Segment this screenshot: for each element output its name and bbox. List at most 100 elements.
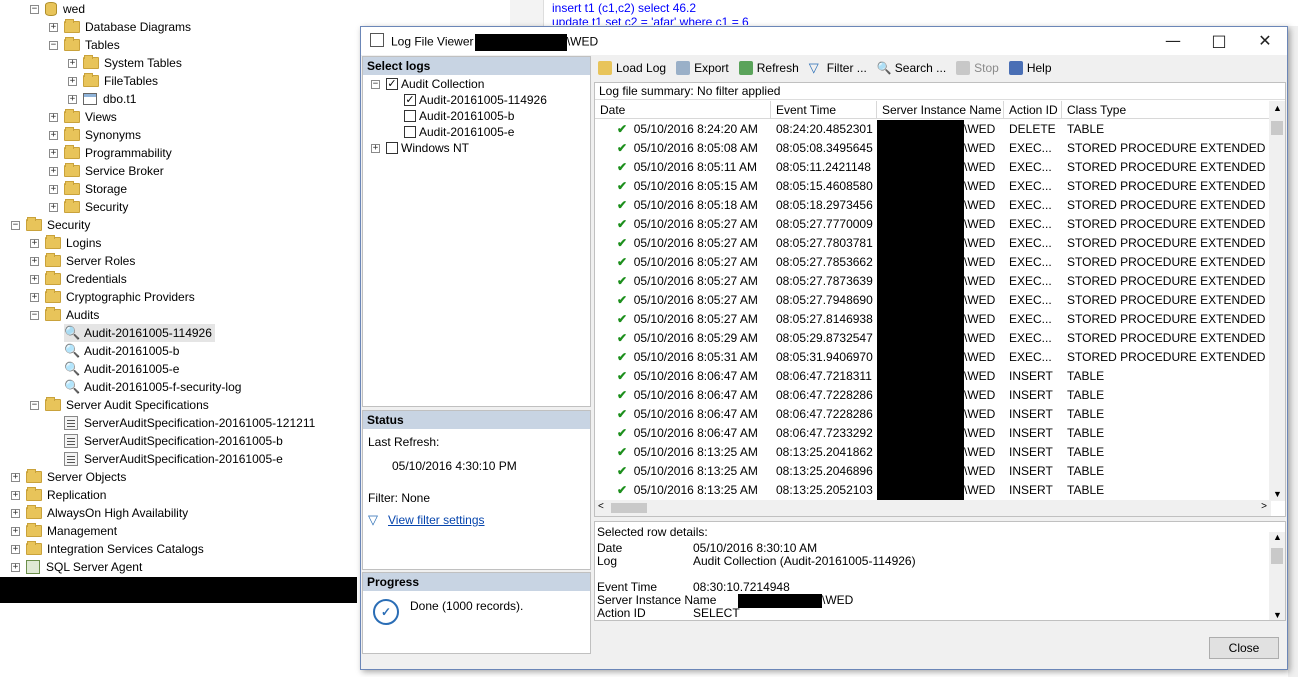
expand-icon[interactable]: + <box>49 22 58 32</box>
expand-icon[interactable]: + <box>11 508 20 518</box>
expand-icon[interactable]: + <box>30 238 39 248</box>
table-row[interactable]: ✔ 05/10/2016 8:05:27 AM 08:05:27.7873639 \… <box>595 272 1271 291</box>
column-header-class[interactable]: Class Type <box>1062 101 1271 118</box>
expand-icon[interactable]: + <box>49 148 58 158</box>
column-header-event-time[interactable]: Event Time <box>771 101 877 118</box>
collapse-icon[interactable]: − <box>49 40 58 50</box>
tree-node[interactable]: + dbo.t1 <box>68 90 136 108</box>
expand-icon[interactable]: + <box>11 472 20 482</box>
expand-icon[interactable]: + <box>49 130 58 140</box>
scroll-thumb[interactable] <box>1271 121 1283 135</box>
expand-icon[interactable]: + <box>30 274 39 284</box>
tree-node[interactable]: ServerAuditSpecification-20161005-121211 <box>64 414 315 432</box>
expand-icon[interactable]: + <box>49 166 58 176</box>
tree-node[interactable]: + System Tables <box>68 54 182 72</box>
expand-icon[interactable]: + <box>11 544 20 554</box>
table-row[interactable]: ✔ 05/10/2016 8:05:27 AM 08:05:27.7853662 \… <box>595 253 1271 272</box>
tree-node[interactable]: + Database Diagrams <box>49 18 191 36</box>
tree-node[interactable]: 🔍 Audit-20161005-f-security-log <box>64 378 241 396</box>
tree-node[interactable]: + SQL Server Agent <box>11 558 142 576</box>
expand-icon[interactable]: + <box>11 526 20 536</box>
table-row[interactable]: ✔ 05/10/2016 8:06:47 AM 08:06:47.7233292 \… <box>595 424 1271 443</box>
table-row[interactable]: ✔ 05/10/2016 8:05:11 AM 08:05:11.2421148 \… <box>595 158 1271 177</box>
expand-icon[interactable]: + <box>49 202 58 212</box>
table-row[interactable]: ✔ 05/10/2016 8:05:27 AM 08:05:27.8146938 \… <box>595 310 1271 329</box>
column-header-date[interactable]: Date <box>595 101 771 118</box>
scroll-right-icon[interactable]: > <box>1261 501 1267 512</box>
column-header-server[interactable]: Server Instance Name <box>877 101 1004 118</box>
column-header-action[interactable]: Action ID <box>1004 101 1062 118</box>
tree-node[interactable]: + Synonyms <box>49 126 141 144</box>
tree-node[interactable]: + Security <box>49 198 128 216</box>
table-row[interactable]: ✔ 05/10/2016 8:05:15 AM 08:05:15.4608580 \… <box>595 177 1271 196</box>
tree-node[interactable]: − Audits <box>30 306 99 324</box>
export-button[interactable]: Export <box>676 61 729 75</box>
scroll-thumb[interactable] <box>611 503 647 513</box>
expand-icon[interactable]: + <box>11 562 20 572</box>
tree-node[interactable]: + Programmability <box>49 144 172 162</box>
tree-node[interactable]: + Views <box>49 108 117 126</box>
collapse-icon[interactable]: − <box>371 79 380 89</box>
tree-node[interactable]: − Security <box>11 216 90 234</box>
scroll-up-icon[interactable]: ▲ <box>1273 532 1282 542</box>
expand-icon[interactable]: + <box>49 112 58 122</box>
collapse-icon[interactable]: − <box>11 220 20 230</box>
tree-node[interactable]: + AlwaysOn High Availability <box>11 504 188 522</box>
help-button[interactable]: Help <box>1008 61 1052 75</box>
view-filter-link[interactable]: View filter settings <box>388 513 485 527</box>
tree-node[interactable]: + Server Roles <box>30 252 135 270</box>
checkbox-checked[interactable]: ✓ <box>404 94 416 106</box>
table-row[interactable]: ✔ 05/10/2016 8:06:47 AM 08:06:47.7228286 \… <box>595 405 1271 424</box>
minimize-button[interactable]: — <box>1158 31 1188 51</box>
tree-node[interactable]: + Storage <box>49 180 127 198</box>
expand-icon[interactable]: + <box>11 490 20 500</box>
checkbox[interactable] <box>386 142 398 154</box>
tree-node[interactable]: − Tables <box>49 36 120 54</box>
table-row[interactable]: ✔ 05/10/2016 8:05:18 AM 08:05:18.2973456 \… <box>595 196 1271 215</box>
tree-node[interactable]: + FileTables <box>68 72 158 90</box>
details-scrollbar[interactable]: ▲ ▼ <box>1269 532 1285 620</box>
checkbox-checked[interactable]: ✓ <box>386 78 398 90</box>
tree-node[interactable]: + Server Objects <box>11 468 126 486</box>
log-node[interactable]: + Windows NT <box>371 139 469 157</box>
table-row[interactable]: ✔ 05/10/2016 8:05:29 AM 08:05:29.8732547 \… <box>595 329 1271 348</box>
scroll-down-icon[interactable]: ▼ <box>1273 489 1282 499</box>
tree-node[interactable]: + Management <box>11 522 117 540</box>
maximize-button[interactable]: □ <box>1204 31 1234 51</box>
scroll-down-icon[interactable]: ▼ <box>1273 610 1282 620</box>
table-row[interactable]: ✔ 05/10/2016 8:05:31 AM 08:05:31.9406970 \… <box>595 348 1271 367</box>
table-row[interactable]: ✔ 05/10/2016 8:05:27 AM 08:05:27.7770009 \… <box>595 215 1271 234</box>
stop-button[interactable]: Stop <box>956 61 999 75</box>
collapse-icon[interactable]: − <box>30 400 39 410</box>
expand-icon[interactable]: + <box>30 256 39 266</box>
close-button[interactable]: Close <box>1209 637 1279 659</box>
expand-icon[interactable]: + <box>68 58 77 68</box>
checkbox[interactable] <box>404 126 416 138</box>
tree-node[interactable]: ServerAuditSpecification-20161005-e <box>64 450 283 468</box>
tree-node-selected[interactable]: 🔍 Audit-20161005-114926 <box>64 324 215 342</box>
scroll-left-icon[interactable]: < <box>598 501 604 512</box>
tree-node[interactable]: + Credentials <box>30 270 127 288</box>
tree-node[interactable]: + Integration Services Catalogs <box>11 540 204 558</box>
filter-button[interactable]: ▽ Filter ... <box>809 61 867 76</box>
tree-node[interactable]: ServerAuditSpecification-20161005-b <box>64 432 283 450</box>
horizontal-scrollbar[interactable]: < > <box>595 500 1271 516</box>
scroll-thumb[interactable] <box>1271 548 1283 564</box>
table-row[interactable]: ✔ 05/10/2016 8:13:25 AM 08:13:25.2041862 \… <box>595 443 1271 462</box>
expand-icon[interactable]: + <box>68 94 77 104</box>
tree-node[interactable]: 🔍 Audit-20161005-e <box>64 360 179 378</box>
table-row[interactable]: ✔ 05/10/2016 8:06:47 AM 08:06:47.7228286 \… <box>595 386 1271 405</box>
checkbox[interactable] <box>404 110 416 122</box>
expand-icon[interactable]: + <box>68 76 77 86</box>
expand-icon[interactable]: + <box>371 143 380 153</box>
tree-node[interactable]: + Cryptographic Providers <box>30 288 195 306</box>
load-log-button[interactable]: Load Log <box>598 61 666 75</box>
table-row[interactable]: ✔ 05/10/2016 8:06:47 AM 08:06:47.7218311 \… <box>595 367 1271 386</box>
scroll-up-icon[interactable]: ▲ <box>1273 103 1282 113</box>
close-window-button[interactable]: ✕ <box>1250 31 1280 51</box>
tree-node[interactable]: 🔍 Audit-20161005-b <box>64 342 179 360</box>
table-row[interactable]: ✔ 05/10/2016 8:05:27 AM 08:05:27.7948690 \… <box>595 291 1271 310</box>
table-row[interactable]: ✔ 05/10/2016 8:13:25 AM 08:13:25.2052103 \… <box>595 481 1271 500</box>
table-row[interactable]: ✔ 05/10/2016 8:13:25 AM 08:13:25.2046896 \… <box>595 462 1271 481</box>
expand-icon[interactable]: + <box>49 184 58 194</box>
